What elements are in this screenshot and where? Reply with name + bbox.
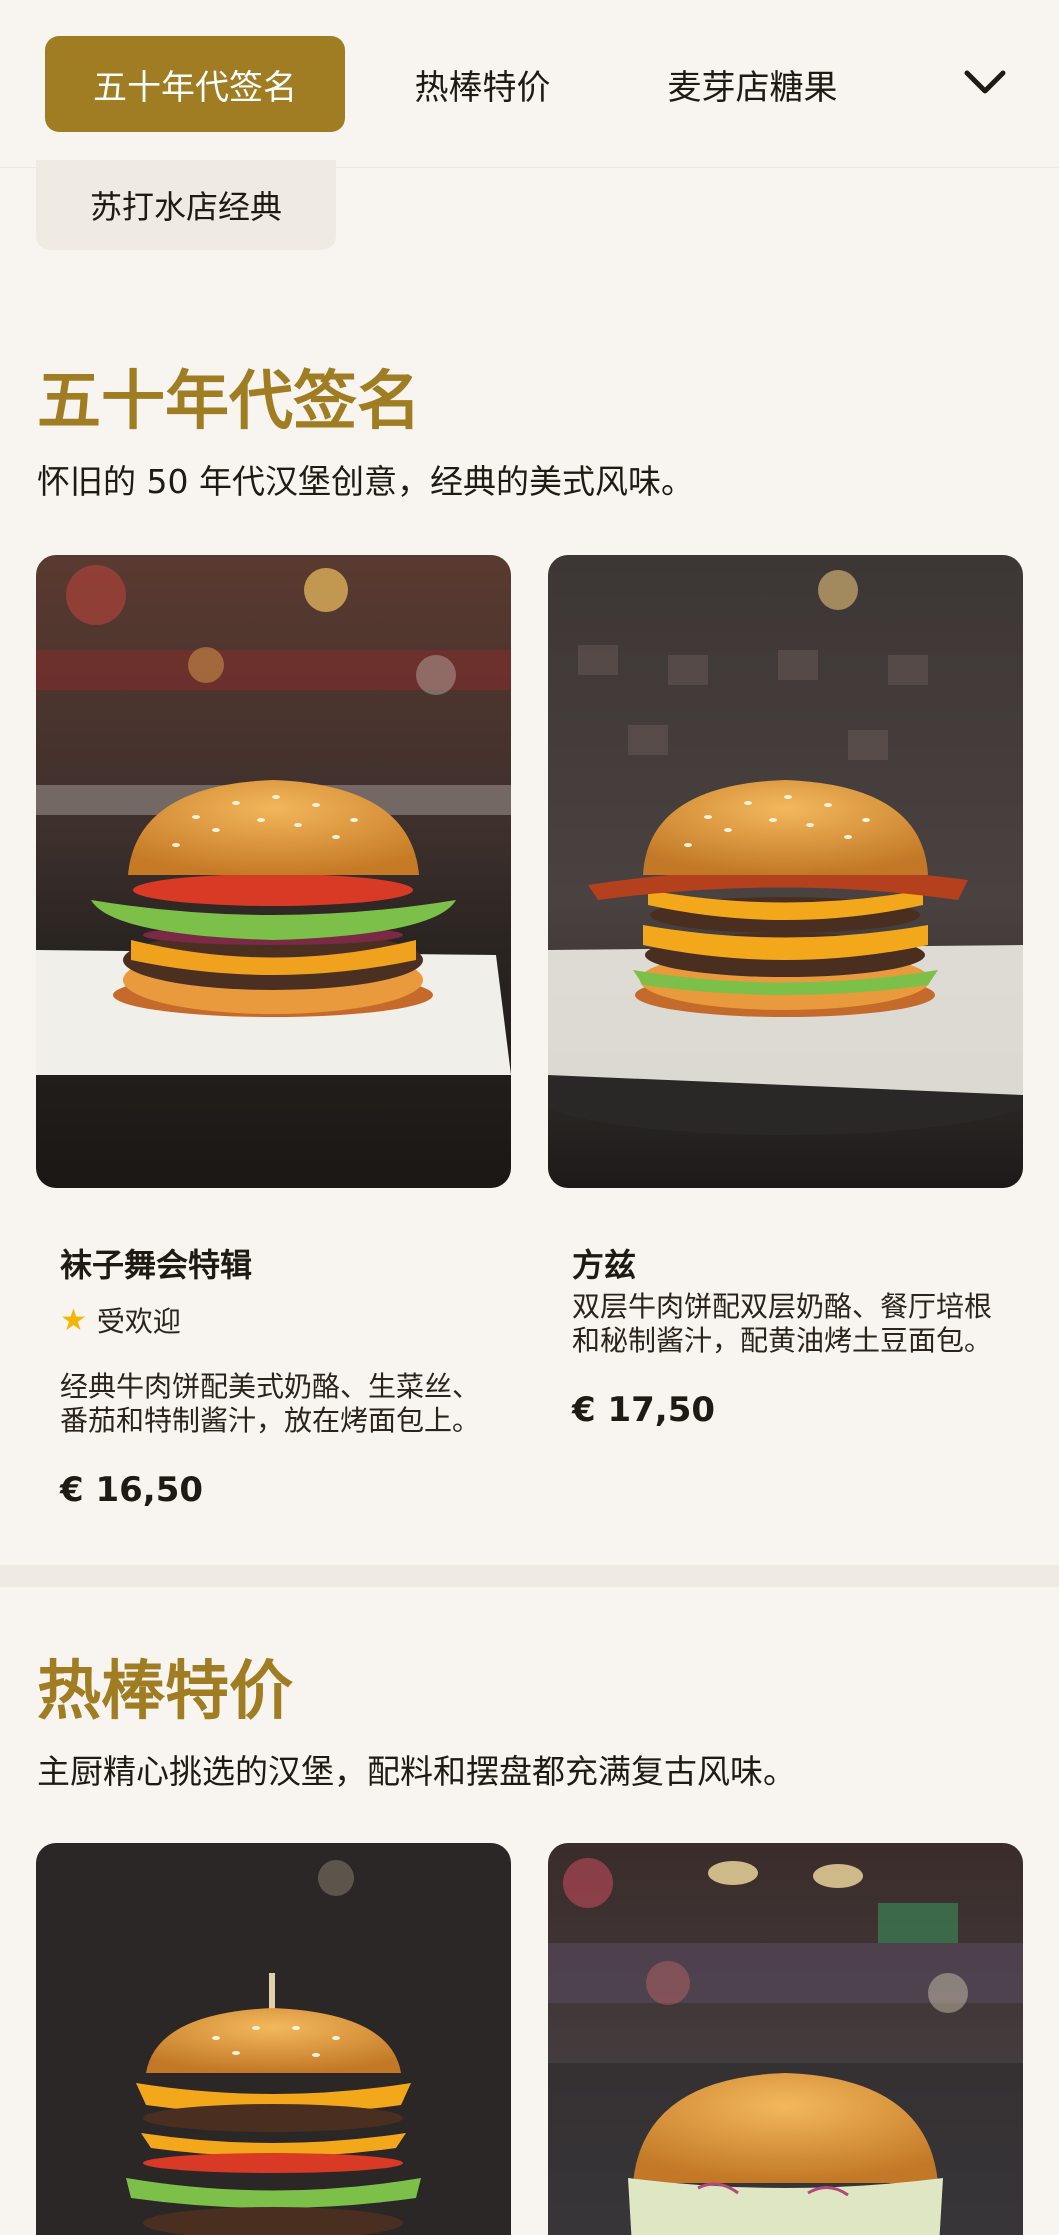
item-description: 双层牛肉饼配双层奶酪、餐厅培根和秘制酱汁，配黄油烤土豆面包。 — [572, 1290, 993, 1357]
section-description: 怀旧的 50 年代汉堡创意，经典的美式风味。 — [37, 462, 694, 501]
badge-label: 受欢迎 — [96, 1305, 181, 1338]
tab-malt-shop-treats[interactable]: 麦芽店糖果 — [640, 36, 865, 132]
item-image[interactable] — [548, 555, 1023, 1188]
item-price: € 16,50 — [60, 1470, 204, 1510]
popular-badge: ★ 受欢迎 — [60, 1300, 181, 1340]
item-name[interactable]: 袜子舞会特辑 — [60, 1240, 252, 1286]
section-description: 主厨精心挑选的汉堡，配料和摆盘都充满复古风味。 — [37, 1752, 796, 1791]
item-image[interactable] — [36, 555, 511, 1188]
section-title: 热棒特价 — [37, 1655, 293, 1729]
item-description: 经典牛肉饼配美式奶酪、生菜丝、番茄和特制酱汁，放在烤面包上。 — [60, 1370, 481, 1437]
tab-fifties-signature[interactable]: 五十年代签名 — [45, 36, 345, 132]
star-icon: ★ — [60, 1302, 87, 1338]
item-image[interactable] — [548, 1843, 1023, 2235]
item-image[interactable] — [36, 1843, 511, 2235]
section-divider — [0, 1565, 1059, 1587]
chevron-down-icon[interactable] — [955, 58, 1015, 108]
tab-soda-fountain-classics[interactable]: 苏打水店经典 — [36, 160, 336, 250]
category-nav: 五十年代签名 热棒特价 麦芽店糖果 — [0, 0, 1059, 168]
item-price: € 17,50 — [572, 1390, 716, 1430]
section-title: 五十年代签名 — [37, 365, 421, 439]
tab-hot-rod-specials[interactable]: 热棒特价 — [390, 36, 575, 132]
item-name[interactable]: 方兹 — [572, 1240, 636, 1286]
